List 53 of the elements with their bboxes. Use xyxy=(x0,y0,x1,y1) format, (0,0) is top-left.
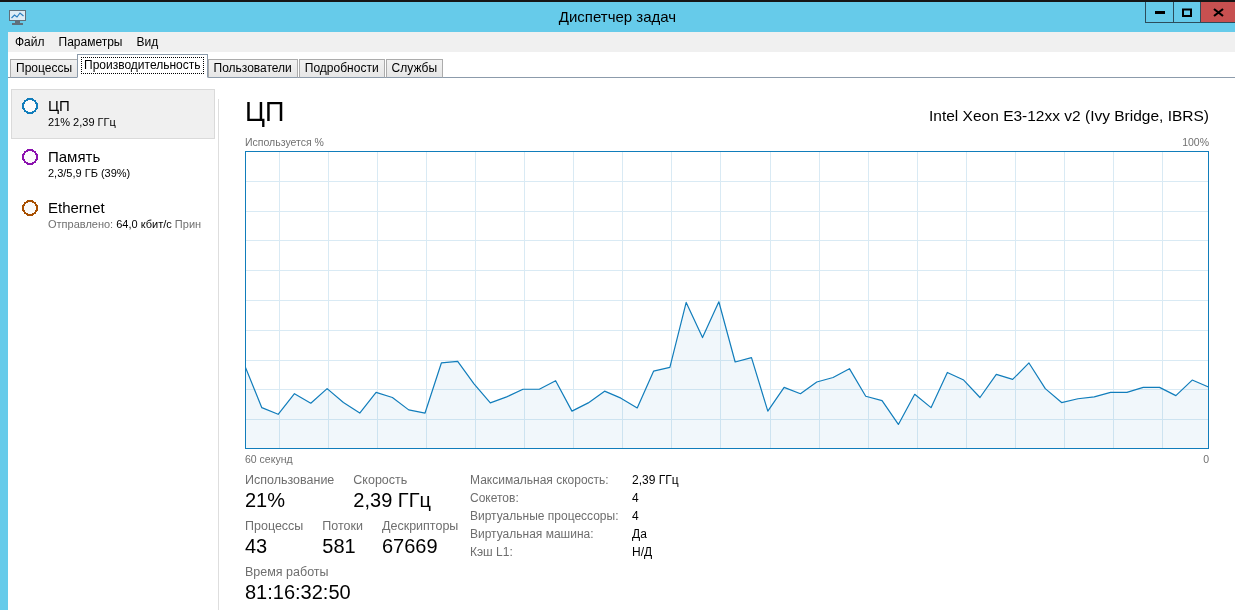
stat-value: 67669 xyxy=(382,534,439,558)
window-title: Диспетчер задач xyxy=(558,8,677,26)
stat-label: Потоки xyxy=(322,519,363,533)
sidebar-item-detail: 21% 2,39 ГГц xyxy=(48,115,117,129)
stat-label: Процессы xyxy=(245,519,304,533)
minimize-button[interactable] xyxy=(1145,2,1174,23)
stat-value: 581 xyxy=(322,534,357,558)
axis-title: Используется % xyxy=(245,136,324,148)
tab[interactable]: Подробности xyxy=(298,59,385,78)
tab[interactable]: Службы xyxy=(385,59,444,78)
stat-label: Использование xyxy=(245,473,335,487)
stat-label: Скорость xyxy=(353,473,409,487)
spec-label: Виртуальная машина: xyxy=(470,527,595,541)
panel-title: ЦП xyxy=(245,96,285,128)
sidebar-item-title: ЦП xyxy=(48,97,71,115)
menu-item[interactable]: Параметры xyxy=(51,33,130,51)
sidebar-item-title: Память xyxy=(48,148,102,166)
stat-label: Время работы xyxy=(245,565,330,579)
spec-value: 2,39 ГГц xyxy=(632,473,679,487)
axis-tick-label: 0 xyxy=(1202,453,1209,465)
sidebar-item[interactable]: Ethernet Отправлено: 64,0 кбит/с Прин xyxy=(11,191,215,241)
stat-label: Дескрипторы xyxy=(382,519,459,533)
sidebar-item-title: Ethernet xyxy=(48,199,106,217)
monitor-icon xyxy=(9,9,26,25)
minimize-icon xyxy=(1154,10,1165,14)
spec-label: Виртуальные процессоры: xyxy=(470,509,620,523)
axis-tick-label: 100% xyxy=(1182,136,1209,148)
stat-value: 2,39 ГГц xyxy=(353,488,431,512)
close-button[interactable] xyxy=(1201,2,1235,23)
processor-name: Intel Xeon E3-12xx v2 (Ivy Bridge, IBRS) xyxy=(929,107,1209,125)
menu-item[interactable]: Вид xyxy=(129,33,166,51)
spec-value: Да xyxy=(632,527,648,541)
sidebar-item-detail: 2,3/5,9 ГБ (39%) xyxy=(48,166,132,180)
maximize-icon xyxy=(1182,7,1192,17)
tab[interactable]: Пользователи xyxy=(207,59,298,78)
stat-value: 21% xyxy=(245,488,287,512)
sidebar-item[interactable]: ЦП 21% 2,39 ГГц xyxy=(11,89,215,139)
sidebar-item[interactable]: Память 2,3/5,9 ГБ (39%) xyxy=(11,140,215,190)
spec-value: 4 xyxy=(632,509,640,523)
tab[interactable]: Процессы xyxy=(10,59,78,78)
close-icon xyxy=(1212,7,1224,17)
spec-label: Сокетов: xyxy=(470,491,520,505)
menu-item[interactable]: Файл xyxy=(8,33,52,51)
spec-label: Кэш L1: xyxy=(470,545,514,559)
axis-title: 60 секунд xyxy=(245,453,293,465)
spec-value: 4 xyxy=(632,491,640,505)
stat-value: 81:16:32:50 xyxy=(245,580,351,604)
spec-label: Максимальная скорость: xyxy=(470,473,610,487)
sidebar-item-detail: Отправлено: 64,0 кбит/с Прин xyxy=(48,217,203,231)
stat-value: 43 xyxy=(245,534,269,558)
maximize-button[interactable] xyxy=(1174,2,1201,23)
spec-value: Н/Д xyxy=(632,545,654,559)
tab[interactable]: Производительность xyxy=(77,54,208,78)
